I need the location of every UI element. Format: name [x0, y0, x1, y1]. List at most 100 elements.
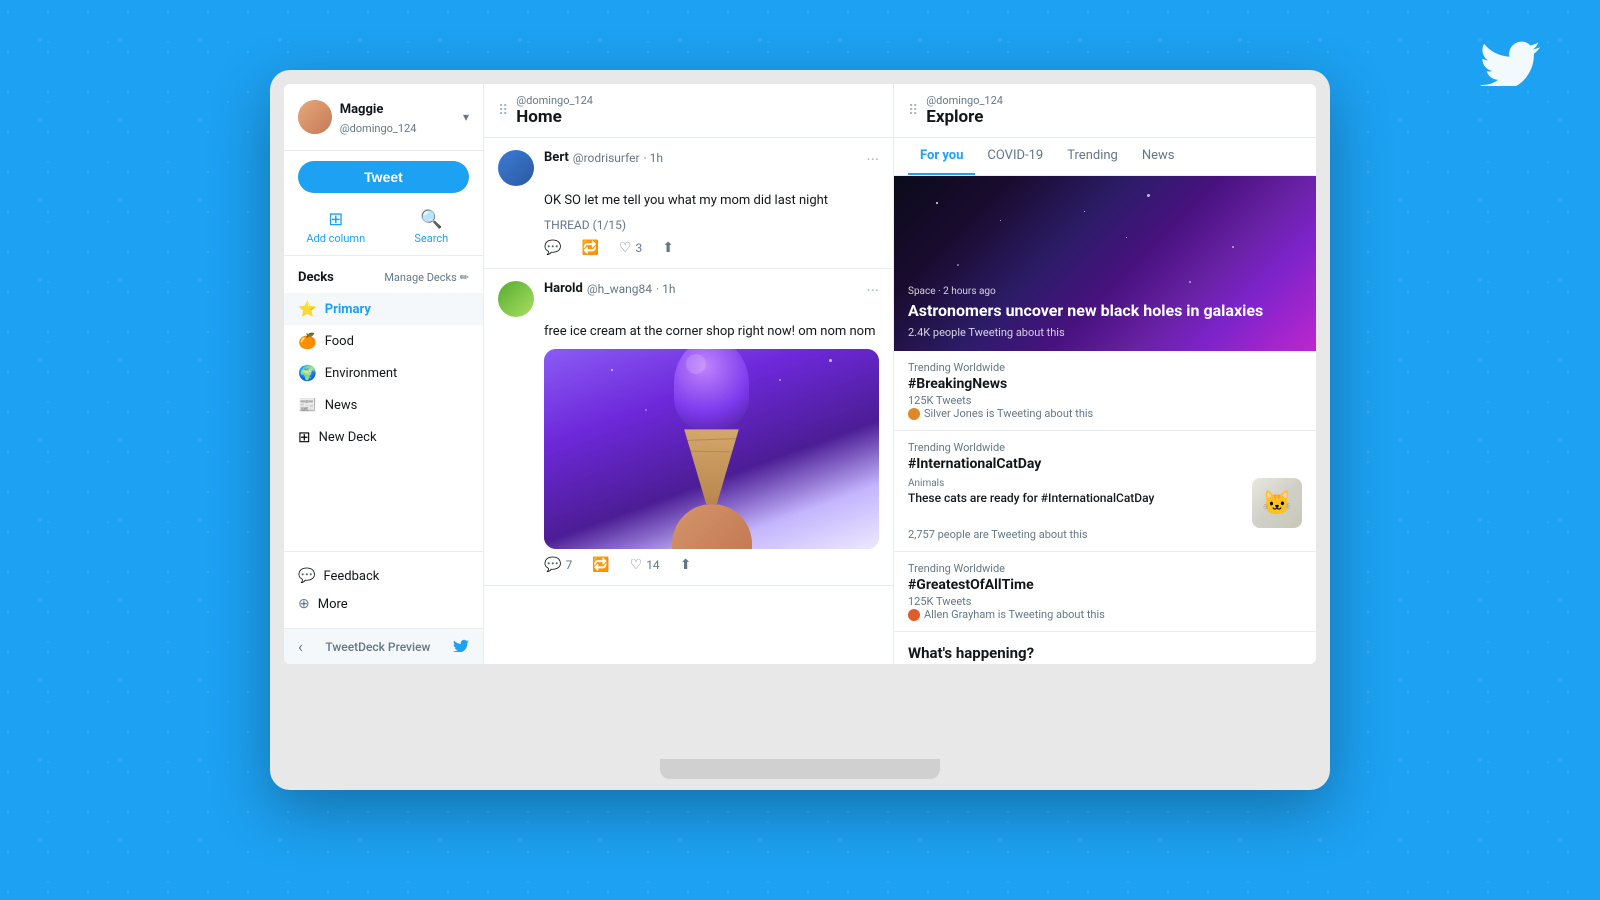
- reply-action-harold[interactable]: 💬 7: [544, 557, 572, 573]
- decks-title: Decks: [298, 270, 334, 285]
- deck-icon-environment: 🌍: [298, 364, 317, 382]
- like-count-bert: 3: [635, 241, 642, 255]
- tab-covid[interactable]: COVID-19: [975, 138, 1055, 175]
- home-column: ⠿ @domingo_124 Home Be: [484, 84, 894, 664]
- more-label: More: [318, 597, 348, 612]
- sidebar-actions: ⊞ Add column 🔍 Search: [284, 203, 483, 256]
- trending-label-2: Trending Worldwide: [908, 441, 1302, 454]
- tweet-header-harold: Harold @h_wang84 · 1h: [544, 281, 856, 296]
- cat-card-category: Animals: [908, 478, 1242, 489]
- cat-card-title: These cats are ready for #InternationalC…: [908, 491, 1242, 505]
- deck-item-food[interactable]: 🍊 Food: [284, 325, 483, 357]
- laptop: Maggie @domingo_124 ▾ Tweet ⊞ Add column…: [270, 70, 1330, 790]
- manage-decks-link[interactable]: Manage Decks ✏: [384, 271, 469, 284]
- tweet-item-harold: Harold @h_wang84 · 1h ··· free ice cream…: [484, 269, 893, 586]
- add-column-label: Add column: [306, 232, 365, 245]
- avatar-harold: [498, 281, 534, 317]
- search-icon: 🔍: [420, 209, 442, 230]
- tweet-time-bert: · 1h: [644, 151, 663, 165]
- home-column-header: ⠿ @domingo_124 Home: [484, 84, 893, 138]
- share-icon: ⬆: [662, 240, 674, 256]
- home-column-title: Home: [516, 107, 593, 127]
- deck-icon-primary: ⭐: [298, 300, 317, 318]
- tweet-actions-harold: 💬 7 🔁 ♡ 14 ⬆: [544, 557, 879, 573]
- more-item[interactable]: ⊕ More: [298, 590, 469, 618]
- share-action-bert[interactable]: ⬆: [662, 240, 674, 256]
- tweet-more-bert[interactable]: ···: [866, 150, 879, 169]
- tweet-top-harold: Harold @h_wang84 · 1h ···: [498, 281, 879, 317]
- feedback-icon: 💬: [298, 568, 315, 584]
- explore-drag-handle[interactable]: ⠿: [908, 103, 918, 119]
- reply-action-bert[interactable]: 💬: [544, 240, 561, 256]
- explore-column-header: ⠿ @domingo_124 Explore: [894, 84, 1316, 138]
- retweet-action-bert[interactable]: 🔁: [581, 240, 598, 256]
- reply-count-harold: 7: [565, 558, 572, 572]
- tweet-actions-bert: 💬 🔁 ♡ 3 ⬆: [544, 240, 879, 256]
- feedback-item[interactable]: 💬 Feedback: [298, 562, 469, 590]
- trending-tag-2: #InternationalCatDay: [908, 456, 1302, 472]
- tweet-button[interactable]: Tweet: [298, 161, 469, 193]
- tweet-thread-bert: THREAD (1/15): [544, 218, 879, 232]
- person-dot-3: [908, 609, 920, 621]
- retweet-action-harold[interactable]: 🔁: [592, 557, 609, 573]
- retweet-icon: 🔁: [581, 240, 598, 256]
- tweet-handle-bert: @rodrisurfer: [573, 151, 640, 165]
- tweetdeck-label: TweetDeck Preview: [325, 640, 430, 654]
- trending-label-1: Trending Worldwide: [908, 361, 1302, 374]
- ice-cream-visual: [544, 349, 879, 549]
- search-label: Search: [414, 232, 448, 245]
- laptop-screen: Maggie @domingo_124 ▾ Tweet ⊞ Add column…: [284, 84, 1316, 664]
- deck-name-new: New Deck: [319, 430, 377, 445]
- back-button[interactable]: ‹: [298, 637, 303, 656]
- explore-body: Space · 2 hours ago Astronomers uncover …: [894, 176, 1316, 664]
- deck-item-environment[interactable]: 🌍 Environment: [284, 357, 483, 389]
- drag-handle[interactable]: ⠿: [498, 103, 508, 119]
- person-dot-1: [908, 408, 920, 420]
- add-column-icon: ⊞: [328, 209, 343, 230]
- trending-tag-3: #GreatestOfAllTime: [908, 577, 1302, 593]
- explore-column: ⠿ @domingo_124 Explore For you COVID-19: [894, 84, 1316, 664]
- deck-name-news: News: [325, 398, 358, 413]
- tweet-name-harold: Harold: [544, 281, 583, 296]
- deck-item-primary[interactable]: ⭐ Primary: [284, 293, 483, 325]
- cat-card: Animals These cats are ready for #Intern…: [908, 478, 1302, 528]
- add-column-action[interactable]: ⊞ Add column: [298, 209, 374, 245]
- avatar-image: [298, 100, 332, 134]
- trending-count-2: 2,757 people are Tweeting about this: [908, 528, 1302, 541]
- tweet-item-bert: Bert @rodrisurfer · 1h ··· OK SO let me …: [484, 138, 893, 269]
- trending-breaking-news[interactable]: Trending Worldwide #BreakingNews 125K Tw…: [894, 351, 1316, 431]
- user-name: Maggie: [340, 102, 384, 117]
- deck-item-new[interactable]: ⊞ New Deck: [284, 421, 483, 453]
- trending-goat[interactable]: Trending Worldwide #GreatestOfAllTime 12…: [894, 552, 1316, 632]
- user-header: Maggie @domingo_124 ▾: [284, 84, 483, 151]
- twitter-logo-bg: [1480, 30, 1540, 101]
- search-action[interactable]: 🔍 Search: [394, 209, 470, 245]
- like-action-harold[interactable]: ♡ 14: [630, 557, 660, 573]
- tab-news[interactable]: News: [1130, 138, 1187, 175]
- sidebar-footer: 💬 Feedback ⊕ More: [284, 551, 483, 628]
- deck-item-news[interactable]: 📰 News: [284, 389, 483, 421]
- decks-header: Decks Manage Decks ✏: [284, 266, 483, 293]
- tab-trending[interactable]: Trending: [1055, 138, 1130, 175]
- laptop-base: [660, 759, 940, 779]
- deck-name-food: Food: [325, 334, 354, 349]
- decks-section: Decks Manage Decks ✏ ⭐ Primary 🍊 Food 🌍: [284, 256, 483, 551]
- trending-cat-day[interactable]: Trending Worldwide #InternationalCatDay …: [894, 431, 1316, 552]
- cat-thumbnail: 🐱: [1252, 478, 1302, 528]
- tweet-content-harold: free ice cream at the corner shop right …: [544, 323, 879, 341]
- explore-tabs: For you COVID-19 Trending News: [894, 138, 1316, 176]
- tweet-time-harold: · 1h: [656, 282, 675, 296]
- chevron-down-icon[interactable]: ▾: [463, 110, 469, 124]
- share-action-harold[interactable]: ⬆: [680, 557, 692, 573]
- tweet-more-harold[interactable]: ···: [866, 281, 879, 300]
- explore-column-title: Explore: [926, 107, 1003, 127]
- deck-icon-new: ⊞: [298, 428, 311, 446]
- share-icon-harold: ⬆: [680, 557, 692, 573]
- heart-icon: ♡: [619, 240, 632, 256]
- tweet-handle-harold: @h_wang84: [587, 282, 652, 296]
- like-action-bert[interactable]: ♡ 3: [619, 240, 642, 256]
- trending-count-3: 125K Tweets: [908, 595, 1302, 608]
- trending-by-3: Allen Grayham is Tweeting about this: [908, 608, 1302, 621]
- tab-for-you[interactable]: For you: [908, 138, 975, 175]
- deck-icon-food: 🍊: [298, 332, 317, 350]
